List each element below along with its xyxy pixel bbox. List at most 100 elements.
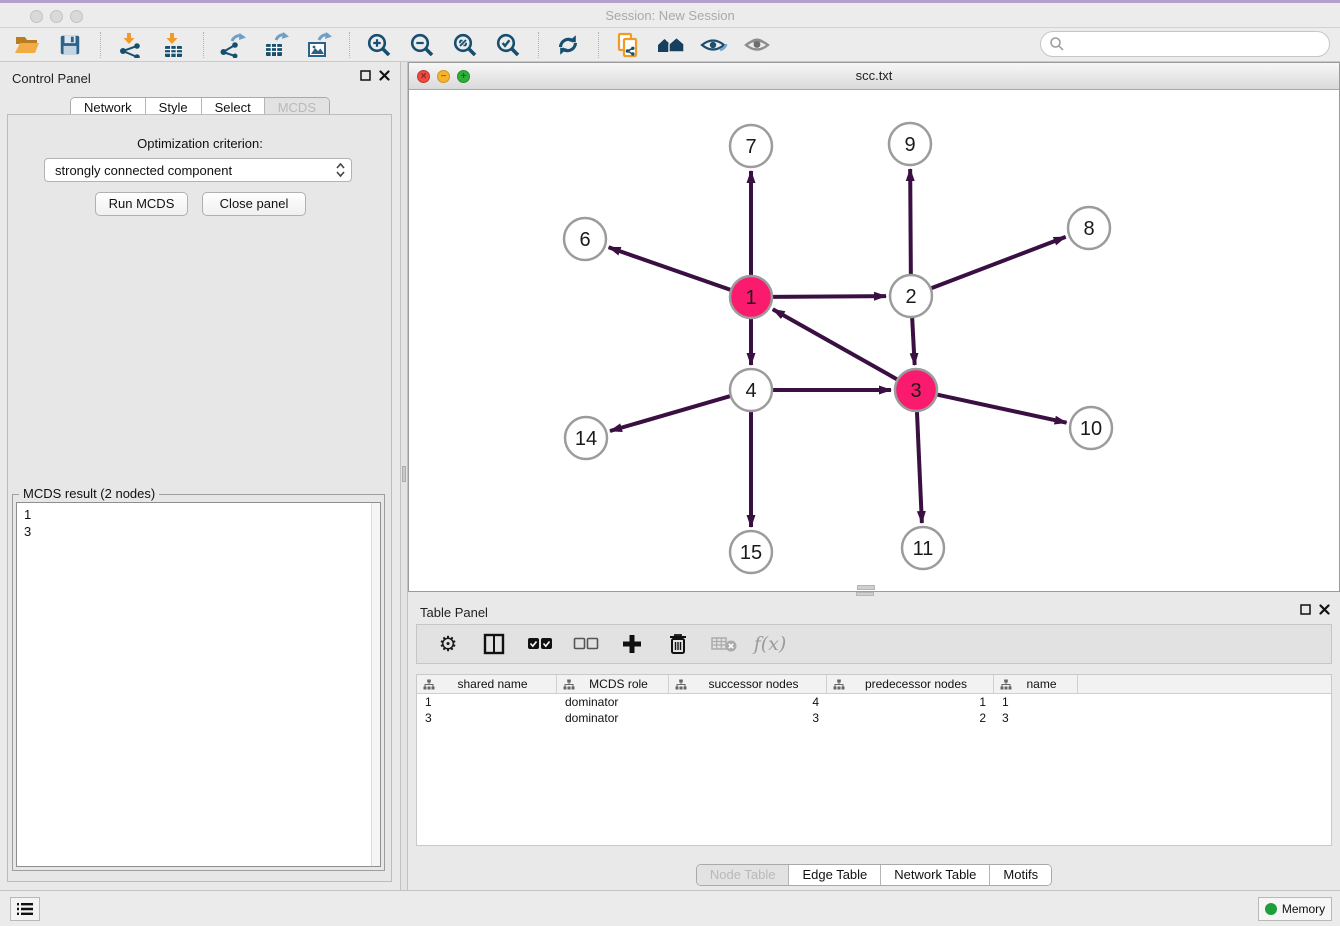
column-header-MCDS-role[interactable]: MCDS role — [557, 675, 669, 693]
node-6[interactable]: 6 — [564, 218, 606, 260]
edge-1-6[interactable] — [609, 247, 731, 289]
table-cell[interactable]: dominator — [557, 710, 669, 726]
criterion-dropdown[interactable]: strongly connected component — [44, 158, 352, 182]
tab-edge-table[interactable]: Edge Table — [789, 865, 881, 885]
run-mcds-button[interactable]: Run MCDS — [95, 192, 188, 216]
hide-graphics-details-icon[interactable] — [697, 30, 731, 60]
table-row[interactable]: 3dominator323 — [417, 710, 1331, 726]
hierarchy-icon — [1000, 679, 1012, 690]
table-cell[interactable]: 3 — [669, 710, 827, 726]
float-panel-icon[interactable] — [360, 70, 371, 81]
network-view-window: × − + scc.txt 7968124314101511 — [408, 62, 1340, 592]
node-11[interactable]: 11 — [902, 527, 944, 569]
task-history-button[interactable] — [10, 897, 40, 921]
control-panel-title: Control Panel — [12, 71, 91, 86]
table-cell[interactable]: dominator — [557, 694, 669, 710]
edge-3-10[interactable] — [937, 395, 1066, 423]
node-label: 7 — [745, 136, 756, 158]
maximize-network-button[interactable]: + — [457, 70, 470, 83]
node-15[interactable]: 15 — [730, 531, 772, 573]
tab-network-table[interactable]: Network Table — [881, 865, 990, 885]
column-header-predecessor-nodes[interactable]: predecessor nodes — [827, 675, 994, 693]
node-2[interactable]: 2 — [890, 275, 932, 317]
status-bar: Memory — [0, 890, 1340, 926]
save-icon[interactable] — [53, 30, 87, 60]
table-cell[interactable]: 1 — [827, 694, 994, 710]
table-cell[interactable]: 3 — [417, 710, 557, 726]
export-image-icon[interactable] — [302, 30, 336, 60]
edge-1-2[interactable] — [773, 296, 886, 297]
table-cell[interactable]: 1 — [417, 694, 557, 710]
home-view-icon[interactable] — [654, 30, 688, 60]
result-line: 3 — [24, 523, 380, 540]
network-canvas[interactable]: 7 9 6 8 1 2 4 3 14 10 15 11 — [409, 90, 1339, 591]
memory-button[interactable]: Memory — [1258, 897, 1332, 921]
node-8[interactable]: 8 — [1068, 207, 1110, 249]
add-column-icon[interactable] — [619, 631, 645, 657]
import-network-icon[interactable] — [113, 30, 147, 60]
settings-gear-icon[interactable]: ⚙ — [435, 631, 461, 657]
mcds-result-textarea[interactable]: 13 — [16, 502, 381, 867]
search-input[interactable] — [1065, 34, 1329, 54]
open-folder-icon[interactable] — [10, 30, 44, 60]
close-window-button[interactable] — [30, 10, 43, 23]
select-all-checkboxes-icon[interactable] — [527, 631, 553, 657]
import-table-icon[interactable] — [156, 30, 190, 60]
node-label: 4 — [745, 380, 756, 402]
close-panel-button[interactable]: Close panel — [202, 192, 306, 216]
edge-3-11[interactable] — [917, 412, 922, 523]
node-9[interactable]: 9 — [889, 123, 931, 165]
deselect-all-checkboxes-icon[interactable] — [573, 631, 599, 657]
search-field[interactable] — [1040, 31, 1330, 57]
refresh-icon[interactable] — [551, 30, 585, 60]
edge-3-1[interactable] — [773, 309, 897, 379]
node-14[interactable]: 14 — [565, 417, 607, 459]
export-table-icon[interactable] — [259, 30, 293, 60]
table-cell[interactable]: 3 — [994, 710, 1078, 726]
node-10[interactable]: 10 — [1070, 407, 1112, 449]
column-header-shared-name[interactable]: shared name — [417, 675, 557, 693]
close-network-button[interactable]: × — [417, 70, 430, 83]
column-header-successor-nodes[interactable]: successor nodes — [669, 675, 827, 693]
minimize-network-button[interactable]: − — [437, 70, 450, 83]
splitter-handle[interactable] — [402, 466, 406, 482]
edge-2-3[interactable] — [912, 318, 915, 365]
control-panel-header: Control Panel — [0, 62, 400, 92]
zoom-fit-icon[interactable] — [448, 30, 482, 60]
node-label: 11 — [913, 538, 934, 560]
delete-table-icon[interactable] — [711, 631, 737, 657]
zoom-selected-icon[interactable] — [491, 30, 525, 60]
vertical-splitter[interactable] — [400, 62, 408, 890]
delete-column-icon[interactable] — [665, 631, 691, 657]
node-3[interactable]: 3 — [895, 369, 937, 411]
zoom-window-button[interactable] — [70, 10, 83, 23]
close-panel-icon[interactable] — [379, 70, 390, 81]
table-cell[interactable]: 1 — [994, 694, 1078, 710]
show-column-icon[interactable] — [481, 631, 507, 657]
tab-motifs[interactable]: Motifs — [990, 865, 1051, 885]
export-network-icon[interactable] — [216, 30, 250, 60]
close-table-panel-icon[interactable] — [1319, 604, 1330, 615]
function-builder-icon[interactable]: f(x) — [757, 631, 783, 657]
edge-2-8[interactable] — [932, 237, 1066, 288]
zoom-out-icon[interactable] — [405, 30, 439, 60]
table-row[interactable]: 1dominator411 — [417, 694, 1331, 710]
result-scrollbar[interactable] — [371, 503, 380, 866]
node-1[interactable]: 1 — [730, 276, 772, 318]
node-7[interactable]: 7 — [730, 125, 772, 167]
canvas-scroll-handle[interactable] — [857, 585, 875, 590]
minimize-window-button[interactable] — [50, 10, 63, 23]
hierarchy-icon — [833, 679, 845, 690]
edge-4-14[interactable] — [610, 396, 730, 431]
column-header-name[interactable]: name — [994, 675, 1078, 693]
copy-network-icon[interactable] — [611, 30, 645, 60]
edge-2-9[interactable] — [910, 169, 911, 274]
node-4[interactable]: 4 — [730, 369, 772, 411]
table-cell[interactable]: 4 — [669, 694, 827, 710]
tab-node-table[interactable]: Node Table — [697, 865, 790, 885]
node-table[interactable]: shared nameMCDS rolesuccessor nodesprede… — [416, 674, 1332, 846]
show-graphics-details-icon[interactable] — [740, 30, 774, 60]
float-table-panel-icon[interactable] — [1300, 604, 1311, 615]
zoom-in-icon[interactable] — [362, 30, 396, 60]
table-cell[interactable]: 2 — [827, 710, 994, 726]
